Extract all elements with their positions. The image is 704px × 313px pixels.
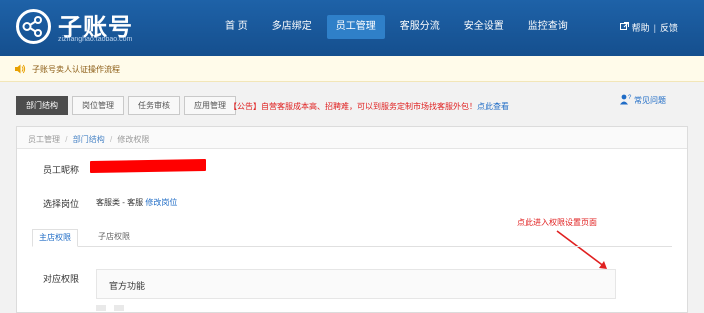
breadcrumb: 员工管理 / 部门结构 / 修改权限 bbox=[17, 127, 687, 149]
nav-staff-management[interactable]: 员工管理 bbox=[326, 15, 385, 39]
position-label: 选择岗位 bbox=[43, 199, 80, 209]
redacted-staff-name bbox=[90, 158, 206, 174]
help-link[interactable]: 帮助 bbox=[632, 21, 650, 34]
edit-position-link[interactable]: 修改岗位 bbox=[145, 198, 177, 207]
tab-sub-store-permissions[interactable]: 子店权限 bbox=[92, 229, 136, 247]
edit-permission-card: 员工管理 / 部门结构 / 修改权限 员工昵称 选择岗位 客服类 - 客服 修改… bbox=[16, 126, 688, 313]
user-help-icon: ? bbox=[620, 94, 632, 107]
section-tabs: 部门结构 岗位管理 任务审核 应用管理 bbox=[16, 96, 240, 115]
tab-department-structure[interactable]: 部门结构 bbox=[16, 96, 68, 115]
nav-home[interactable]: 首 页 bbox=[216, 15, 257, 39]
official-functions-box[interactable]: 官方功能 bbox=[96, 269, 616, 299]
faq-label: 常见问题 bbox=[634, 96, 666, 105]
external-link-icon bbox=[619, 22, 629, 33]
nav-security-settings[interactable]: 安全设置 bbox=[455, 15, 513, 39]
announcement: 【公告】自营客服成本高、招聘难，可以到服务定制市场找客服外包！点此查看 bbox=[229, 101, 509, 112]
breadcrumb-department-structure[interactable]: 部门结构 bbox=[73, 135, 105, 144]
breadcrumb-staff-management[interactable]: 员工管理 bbox=[28, 135, 60, 144]
nav-service-routing[interactable]: 客服分流 bbox=[391, 15, 449, 39]
nav-monitoring[interactable]: 监控查询 bbox=[519, 15, 577, 39]
staff-name-label: 员工昵称 bbox=[43, 165, 80, 175]
tab-main-store-permissions[interactable]: 主店权限 bbox=[32, 229, 78, 247]
cut-off-content bbox=[96, 303, 156, 312]
faq-link[interactable]: ? 常见问题 bbox=[620, 94, 666, 107]
breadcrumb-separator: / bbox=[109, 135, 113, 144]
top-nav-bar: 子账号 zizhanghao.taobao.com 首 页 多店绑定 员工管理 … bbox=[0, 0, 704, 56]
main-nav: 首 页 多店绑定 员工管理 客服分流 安全设置 监控查询 bbox=[216, 15, 583, 39]
breadcrumb-separator: / bbox=[65, 135, 68, 144]
notice-link[interactable]: 子账号卖人认证操作流程 bbox=[32, 64, 120, 75]
permission-label: 对应权限 bbox=[43, 274, 80, 284]
announcement-link[interactable]: 点此查看 bbox=[477, 102, 509, 111]
network-share-icon bbox=[16, 9, 51, 44]
top-right-links: 帮助 | 反馈 bbox=[619, 21, 678, 34]
feedback-link[interactable]: 反馈 bbox=[660, 21, 678, 34]
speaker-icon bbox=[14, 64, 26, 76]
tab-task-review[interactable]: 任务审核 bbox=[128, 96, 180, 115]
svg-text:?: ? bbox=[628, 95, 632, 101]
notice-bar: 子账号卖人认证操作流程 bbox=[0, 56, 704, 82]
position-value: 客服类 - 客服 修改岗位 bbox=[96, 197, 177, 208]
breadcrumb-edit-permission: 修改权限 bbox=[117, 135, 150, 144]
announcement-text: 【公告】自营客服成本高、招聘难，可以到服务定制市场找客服外包！ bbox=[229, 102, 477, 111]
permission-subtabs: 主店权限 子店权限 bbox=[32, 229, 672, 247]
separator: | bbox=[653, 22, 656, 33]
tab-position-management[interactable]: 岗位管理 bbox=[72, 96, 124, 115]
app-subtitle: zizhanghao.taobao.com bbox=[58, 36, 133, 43]
nav-multi-store[interactable]: 多店绑定 bbox=[263, 15, 321, 39]
official-functions-label: 官方功能 bbox=[109, 281, 146, 291]
position-text: 客服类 - 客服 bbox=[96, 198, 144, 207]
